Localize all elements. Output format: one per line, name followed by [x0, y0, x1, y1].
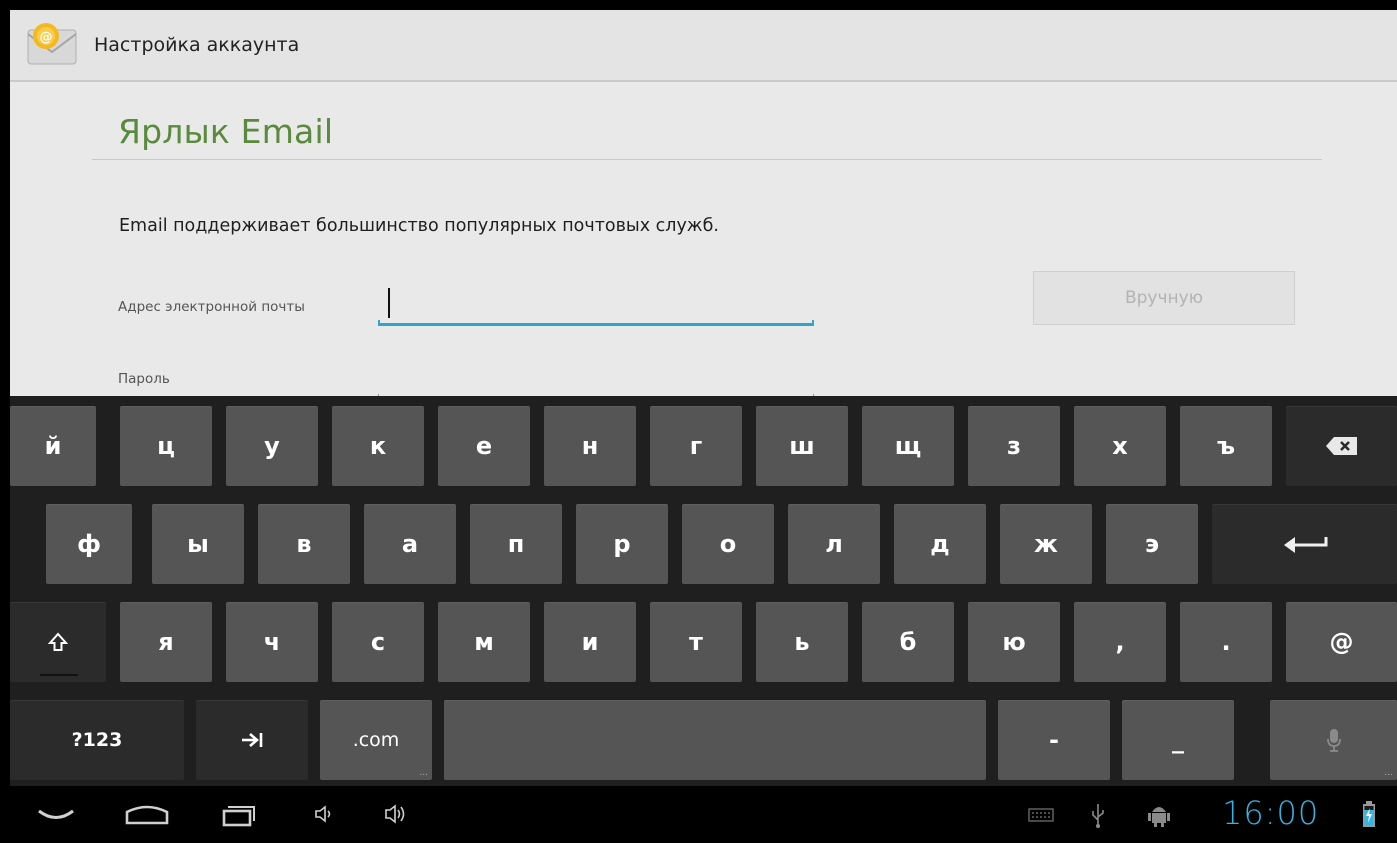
title-divider: [92, 159, 1322, 160]
tab-icon: [242, 733, 263, 747]
key-letter[interactable]: г: [650, 406, 742, 486]
intro-text: Email поддерживает большинство популярны…: [119, 216, 719, 236]
email-field[interactable]: [378, 280, 814, 326]
recents-icon[interactable]: [220, 801, 256, 827]
mic-icon: [1326, 729, 1341, 752]
comma-key[interactable]: ,: [1074, 602, 1166, 682]
dotcom-key[interactable]: .com ...: [320, 700, 432, 780]
system-navigation-bar: 16:00: [10, 786, 1397, 843]
key-letter[interactable]: ь: [756, 602, 848, 682]
key-letter[interactable]: ю: [968, 602, 1060, 682]
key-letter[interactable]: б: [862, 602, 954, 682]
action-bar: @ Настройка аккаунта: [10, 10, 1397, 82]
key-letter[interactable]: м: [438, 602, 530, 682]
key-letter[interactable]: о: [682, 504, 774, 584]
shift-icon: [48, 632, 68, 651]
status-clock: 16:00: [1222, 794, 1320, 832]
svg-text:@: @: [40, 30, 53, 45]
symbols-key[interactable]: ?123: [10, 700, 184, 780]
back-icon[interactable]: [36, 806, 76, 824]
page-title: Ярлык Email: [118, 112, 334, 151]
volume-down-icon[interactable]: [314, 804, 334, 824]
key-letter[interactable]: и: [544, 602, 636, 682]
key-letter[interactable]: ф: [46, 504, 132, 584]
enter-key[interactable]: [1212, 504, 1397, 584]
soft-keyboard: й ц у к е н г ш щ з х ъ ф ы в а п р о л …: [10, 396, 1397, 786]
volume-up-icon[interactable]: [384, 802, 410, 826]
key-letter[interactable]: х: [1074, 406, 1166, 486]
key-letter[interactable]: ъ: [1180, 406, 1272, 486]
key-letter[interactable]: л: [788, 504, 880, 584]
keyboard-icon: [1028, 808, 1054, 822]
key-letter[interactable]: а: [364, 504, 456, 584]
app-title: Настройка аккаунта: [94, 34, 300, 56]
email-envelope-icon: @: [27, 23, 77, 65]
voice-input-key[interactable]: ...: [1270, 700, 1397, 780]
backspace-key[interactable]: [1286, 406, 1397, 486]
key-letter[interactable]: ж: [1000, 504, 1092, 584]
key-letter[interactable]: р: [576, 504, 668, 584]
key-letter[interactable]: з: [968, 406, 1060, 486]
key-letter[interactable]: я: [120, 602, 212, 682]
shift-key[interactable]: [10, 602, 106, 682]
period-key[interactable]: .: [1180, 602, 1272, 682]
password-label: Пароль: [118, 371, 170, 387]
android-debug-icon: [1148, 807, 1170, 827]
key-letter[interactable]: у: [226, 406, 318, 486]
key-letter[interactable]: щ: [862, 406, 954, 486]
key-letter[interactable]: н: [544, 406, 636, 486]
email-label: Адрес электронной почты: [118, 299, 305, 315]
key-letter[interactable]: д: [894, 504, 986, 584]
space-bar[interactable]: [444, 700, 986, 780]
key-letter[interactable]: т: [650, 602, 742, 682]
at-key[interactable]: @: [1286, 602, 1397, 682]
dash-key[interactable]: -: [998, 700, 1110, 780]
key-letter[interactable]: э: [1106, 504, 1198, 584]
key-letter[interactable]: ц: [120, 406, 212, 486]
key-letter[interactable]: ы: [152, 504, 244, 584]
manual-setup-button[interactable]: Вручную: [1033, 271, 1295, 325]
account-setup-screen: @ Настройка аккаунта Ярлык Email Email п…: [10, 10, 1397, 396]
battery-icon: [1363, 801, 1375, 827]
key-letter[interactable]: ш: [756, 406, 848, 486]
text-caret: [388, 288, 390, 318]
more-options-indicator: ...: [1384, 768, 1393, 778]
key-letter[interactable]: в: [258, 504, 350, 584]
enter-icon: [1283, 537, 1327, 553]
backspace-icon: [1325, 437, 1357, 455]
key-letter[interactable]: й: [10, 406, 96, 486]
key-letter[interactable]: с: [332, 602, 424, 682]
usb-icon: [1092, 804, 1104, 828]
dotcom-label: .com: [352, 729, 400, 751]
tab-key[interactable]: [196, 700, 308, 780]
key-letter[interactable]: к: [332, 406, 424, 486]
key-letter[interactable]: ч: [226, 602, 318, 682]
home-icon[interactable]: [124, 802, 170, 826]
underscore-key[interactable]: _: [1122, 700, 1234, 780]
password-field[interactable]: [378, 370, 814, 396]
key-letter[interactable]: е: [438, 406, 530, 486]
more-options-indicator: ...: [419, 768, 428, 778]
key-letter[interactable]: п: [470, 504, 562, 584]
